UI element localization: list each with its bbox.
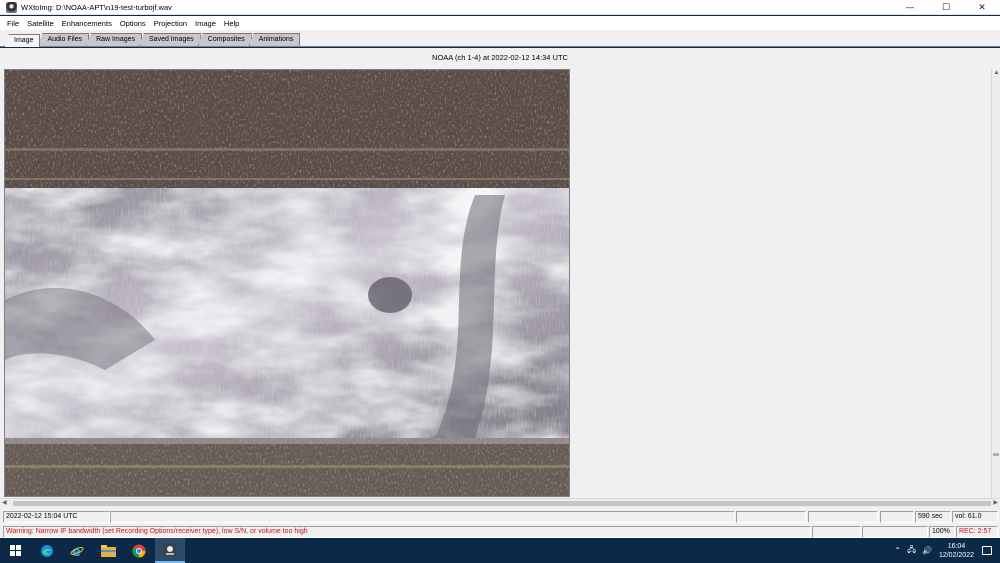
taskbar-wxtoimg[interactable]: [155, 538, 185, 563]
scroll-right-icon[interactable]: ▶: [993, 499, 998, 508]
taskbar-file-explorer[interactable]: [93, 538, 123, 563]
status-field-blank-5: [812, 526, 861, 538]
status-bar-top: 2022-02-12 15:04 UTC 590 sec vol: 61.0: [0, 509, 1000, 525]
vertical-scrollbar[interactable]: ▲: [991, 69, 1000, 500]
clock-date: 12/02/2022: [938, 551, 974, 559]
menu-options[interactable]: Options: [116, 19, 150, 28]
vertical-scroll-thumb[interactable]: [993, 453, 999, 456]
tab-composites[interactable]: Composites: [197, 33, 252, 46]
network-icon[interactable]: 🖧: [907, 544, 916, 558]
file-explorer-icon: [100, 544, 116, 557]
taskbar-internet-explorer[interactable]: e: [62, 538, 92, 563]
menu-enhancements[interactable]: Enhancements: [58, 19, 116, 28]
volume-icon[interactable]: 🔊: [922, 546, 932, 555]
menu-satellite[interactable]: Satellite: [23, 19, 58, 28]
wxtoimg-icon: [164, 543, 176, 556]
image-panel: NOAA (ch 1-4) at 2022-02-12 14:34 UTC ▲ …: [0, 48, 1000, 509]
system-tray: ⌃ 🖧 🔊 16:04 12/02/2022: [891, 538, 1000, 563]
status-field-blank-1: [110, 511, 735, 523]
tab-saved-images[interactable]: Saved Images: [139, 33, 201, 46]
edge-icon: [41, 544, 53, 557]
horizontal-scroll-thumb[interactable]: [13, 501, 991, 506]
title-bar: WXtoImg: D:\NOAA-APT\n19-test-turbojf.wa…: [0, 0, 1000, 15]
tab-animations[interactable]: Animations: [248, 33, 301, 46]
menu-projection[interactable]: Projection: [150, 19, 191, 28]
status-field-blank-4: [880, 511, 914, 523]
satellite-image[interactable]: [4, 69, 570, 497]
tab-raw-images[interactable]: Raw Images: [86, 33, 143, 46]
status-recording: REC: 2:57: [956, 526, 998, 538]
internet-explorer-icon: e: [70, 545, 84, 558]
status-field-blank-3: [808, 511, 878, 523]
status-datetime: 2022-02-12 15:04 UTC: [3, 511, 110, 523]
status-field-blank-6: [862, 526, 928, 538]
tab-strip: Image Audio Files Raw Images Saved Image…: [0, 30, 1000, 47]
close-button[interactable]: ✕: [964, 0, 1000, 15]
status-field-blank-2: [736, 511, 806, 523]
window-title: WXtoImg: D:\NOAA-APT\n19-test-turbojf.wa…: [21, 2, 172, 12]
notification-icon[interactable]: [982, 546, 992, 555]
minimize-button[interactable]: —: [892, 0, 928, 15]
svg-text:e: e: [72, 545, 81, 558]
wxtoimg-app-icon: [6, 1, 17, 13]
satellite-image-render: [5, 70, 569, 496]
status-seconds: 590 sec: [915, 511, 951, 523]
menu-image[interactable]: Image: [191, 19, 220, 28]
status-warning: Warning: Narrow IF bandwidth (set Record…: [3, 526, 811, 538]
status-bar-bottom: Warning: Narrow IF bandwidth (set Record…: [0, 525, 1000, 538]
image-caption: NOAA (ch 1-4) at 2022-02-12 14:34 UTC: [432, 53, 568, 62]
chrome-icon: [132, 544, 146, 557]
clock-time: 16:04: [947, 542, 966, 550]
menu-help[interactable]: Help: [220, 19, 243, 28]
status-volume: vol: 61.0: [952, 511, 998, 523]
maximize-button[interactable]: ☐: [928, 0, 964, 15]
tab-audio-files[interactable]: Audio Files: [37, 33, 90, 46]
horizontal-scrollbar[interactable]: ◀ ▶: [0, 498, 1000, 507]
windows-start-icon: [9, 545, 21, 556]
taskbar-edge[interactable]: [32, 538, 62, 563]
scroll-up-icon[interactable]: ▲: [992, 69, 1000, 78]
menu-file[interactable]: File: [3, 19, 23, 28]
status-zoom: 100%: [929, 526, 955, 538]
menu-bar: File Satellite Enhancements Options Proj…: [0, 16, 1000, 30]
start-button[interactable]: [0, 538, 30, 563]
taskbar: e ⌃ 🖧 🔊 16:04 12/02/2022: [0, 538, 1000, 563]
taskbar-chrome[interactable]: [124, 538, 154, 563]
taskbar-clock[interactable]: 16:04 12/02/2022: [939, 542, 974, 560]
scroll-left-icon[interactable]: ◀: [2, 499, 7, 508]
show-hidden-icons-icon[interactable]: ⌃: [894, 546, 901, 555]
tab-image[interactable]: Image: [4, 34, 41, 47]
